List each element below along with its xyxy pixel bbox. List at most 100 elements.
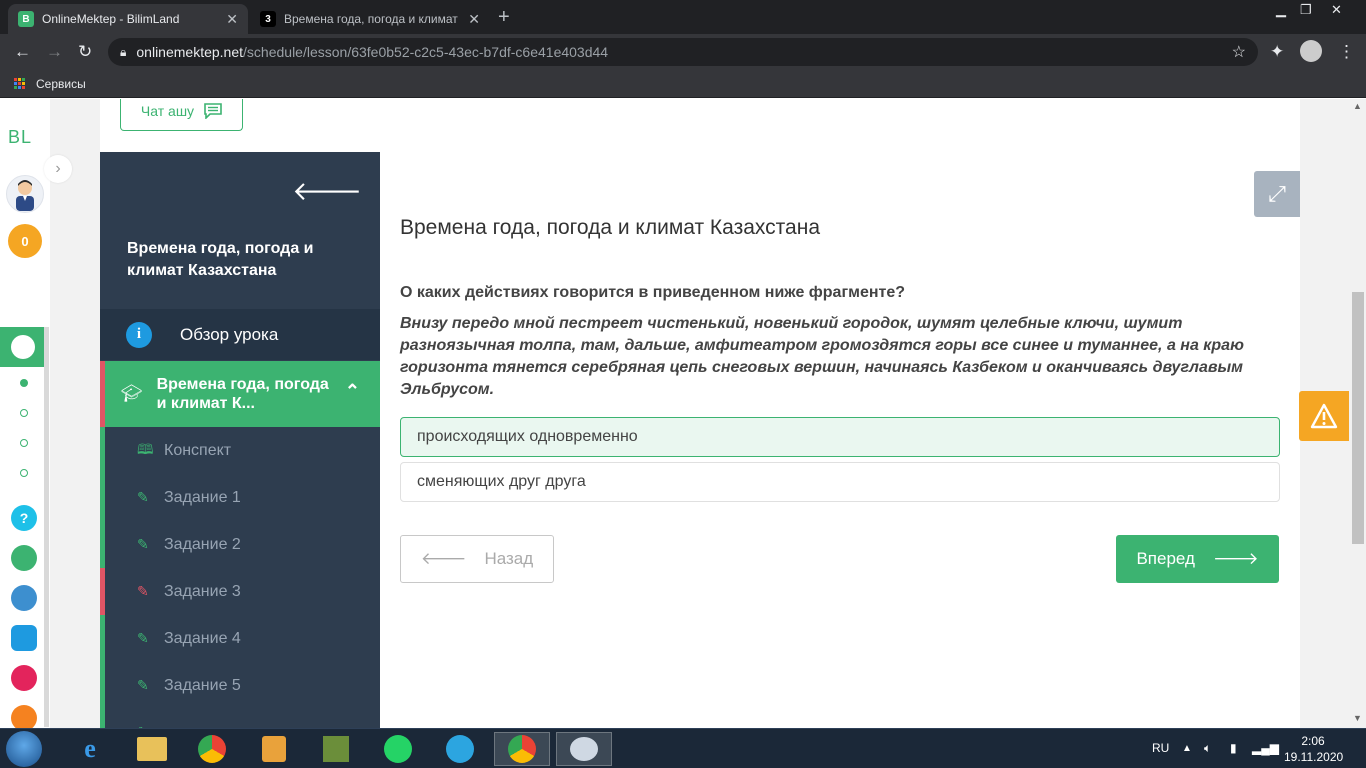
open-chat-button[interactable]: Чат ашу (120, 99, 243, 131)
scrollbar-thumb[interactable] (1352, 292, 1364, 544)
book-icon: 🕮︎ (137, 440, 154, 457)
scroll-up-icon[interactable]: ▲ (1353, 101, 1362, 111)
next-button-label: Вперед (1136, 549, 1195, 568)
apps-grid-icon[interactable] (14, 77, 26, 90)
answer-label: сменяющих друг друга (417, 473, 586, 490)
chat-button-label: Чат ашу (140, 102, 195, 119)
back-arrow-icon[interactable]: ← (14, 42, 31, 62)
znanija-icon: 3 (260, 11, 276, 27)
help-icon[interactable]: ? (11, 505, 37, 531)
start-button[interactable] (6, 731, 42, 767)
back-button[interactable]: 🡐 Назад (400, 535, 554, 583)
edit-icon: ✎ (137, 630, 149, 646)
answer-option-1[interactable]: происходящих одновременно (400, 417, 1280, 457)
back-arrow-icon[interactable]: 🡐 (292, 176, 362, 207)
signal-icon[interactable]: ▂▄▆ (1252, 741, 1279, 755)
rail-dot[interactable] (20, 469, 28, 477)
tray-arrow-icon[interactable]: ▲ (1182, 743, 1192, 754)
rail-scrollbar[interactable] (44, 327, 49, 727)
sidebar-item-next[interactable]: ✎ (100, 709, 380, 728)
bilimland-logo[interactable]: BL (8, 127, 32, 148)
url-path: /schedule/lesson/63fe0b52-c2c5-43ec-b7df… (243, 44, 609, 60)
minecraft-taskbar-icon[interactable] (308, 732, 364, 766)
page-area: BL 0 ? › Чат ашу 🡐 Времена года, погода … (0, 99, 1366, 728)
rail-expand-button[interactable]: › (44, 155, 72, 183)
reload-icon[interactable]: ↻ (78, 42, 92, 62)
sidebar-item-task-5[interactable]: ✎ Задание 5 (100, 662, 380, 709)
clock[interactable]: 2:06 19.11.2020 (1284, 733, 1344, 765)
tab-title: Времена года, погода и климат (284, 12, 458, 26)
page-scrollbar[interactable]: ▲ ▼ (1350, 99, 1366, 728)
sidebar-item-current-lesson[interactable]: 🎓︎ Времена года, погода и климат К... ⌃ (100, 361, 380, 427)
whatsapp-taskbar-icon[interactable] (370, 732, 426, 766)
twig-app-icon[interactable] (11, 665, 37, 691)
sidebar-item-label: Обзор урока (180, 324, 279, 344)
close-tab-icon[interactable]: ✕ (226, 11, 238, 28)
lesson-sidebar: 🡐 Времена года, погода и климат Казахста… (100, 152, 380, 728)
paint-taskbar-icon[interactable] (556, 732, 612, 766)
browser-tab-bar: B OnlineMektep - BilimLand ✕ 3 Времена г… (0, 0, 1366, 34)
edit-icon: ✎ (137, 583, 149, 599)
info-icon: i (126, 321, 152, 348)
menu-dots-icon[interactable]: ⋮ (1338, 42, 1355, 62)
user-avatar[interactable] (6, 175, 44, 213)
close-tab-icon[interactable]: ✕ (468, 11, 480, 28)
expand-icon: ⤢ (1268, 181, 1286, 206)
profile-avatar[interactable] (1300, 40, 1322, 62)
sidebar-item-label: Задание 4 (164, 629, 241, 647)
checklist-app-icon[interactable] (11, 625, 37, 651)
sidebar-item-task-3[interactable]: ✎ Задание 3 (100, 568, 380, 615)
tab-znanija[interactable]: 3 Времена года, погода и климат ✕ (250, 4, 490, 34)
restore-icon[interactable]: ❐ (1300, 2, 1312, 18)
explorer-taskbar-icon[interactable] (124, 732, 180, 766)
clock-time: 2:06 (1301, 734, 1325, 748)
sidebar-item-overview[interactable]: i Обзор урока (100, 309, 380, 360)
new-tab-icon[interactable]: + (498, 6, 510, 29)
ie-taskbar-icon[interactable]: e (62, 732, 118, 766)
rail-dot[interactable] (20, 439, 28, 447)
telegram-taskbar-icon[interactable] (432, 732, 488, 766)
chrome-active-taskbar-icon[interactable] (494, 732, 550, 766)
sidebar-item-label: Конспект (164, 441, 232, 459)
media-taskbar-icon[interactable] (246, 732, 302, 766)
battery-icon[interactable]: ▮ (1230, 741, 1237, 755)
bookmarks-bar: Сервисы (0, 70, 1366, 98)
bilimland-app-icon[interactable] (11, 545, 37, 571)
sidebar-item-label: Задание 5 (164, 676, 241, 694)
bookmark-star-icon[interactable]: ☆ (1232, 42, 1246, 62)
language-indicator[interactable]: RU (1152, 741, 1169, 755)
clock-date: 19.11.2020 (1284, 750, 1344, 764)
sidebar-item-task-1[interactable]: ✎ Задание 1 (100, 474, 380, 521)
volume-icon[interactable]: 🔈︎ (1204, 741, 1211, 756)
answer-label: происходящих одновременно (417, 428, 638, 445)
sidebar-item-label: Задание 2 (164, 535, 241, 553)
chrome-taskbar-icon[interactable] (184, 732, 240, 766)
sidebar-item-task-2[interactable]: ✎ Задание 2 (100, 521, 380, 568)
bookmark-services[interactable]: Сервисы (36, 77, 86, 91)
forward-arrow-icon[interactable]: → (46, 42, 63, 62)
chevron-up-icon[interactable]: ⌃ (345, 381, 360, 402)
rail-dot-active[interactable] (20, 379, 28, 387)
next-button[interactable]: Вперед 🡒 (1116, 535, 1279, 583)
tab-title: OnlineMektep - BilimLand (42, 12, 180, 26)
address-bar[interactable]: 🔒︎ onlinemektep.net/schedule/lesson/63fe… (108, 38, 1258, 66)
tab-onlinemektep[interactable]: B OnlineMektep - BilimLand ✕ (8, 4, 248, 34)
close-window-icon[interactable]: ✕ (1331, 2, 1342, 18)
fullscreen-button[interactable]: ⤢ (1254, 171, 1300, 217)
onlinemektep-icon (11, 335, 35, 359)
minimize-icon[interactable]: ▁ (1276, 2, 1286, 18)
lesson-content: Чат ашу 🡐 Времена года, погода и климат … (100, 99, 1300, 728)
onlinemektep-rail-item[interactable] (0, 327, 44, 367)
text-fragment: Внизу передо мной пестреет чистенький, н… (400, 315, 1244, 398)
extensions-icon[interactable]: ✦ (1270, 42, 1284, 62)
scroll-down-icon[interactable]: ▼ (1353, 713, 1362, 723)
answer-option-2[interactable]: сменяющих друг друга (400, 462, 1280, 502)
orange-app-icon[interactable] (11, 705, 37, 728)
sidebar-item-konspekt[interactable]: 🕮︎ Конспект (100, 427, 380, 474)
rail-dot[interactable] (20, 409, 28, 417)
report-problem-button[interactable] (1299, 391, 1349, 441)
sidebar-item-task-4[interactable]: ✎ Задание 4 (100, 615, 380, 662)
avatar-illustration-icon (16, 180, 34, 211)
bilimbook-app-icon[interactable] (11, 585, 37, 611)
sidebar-item-label: Задание 1 (164, 488, 241, 506)
